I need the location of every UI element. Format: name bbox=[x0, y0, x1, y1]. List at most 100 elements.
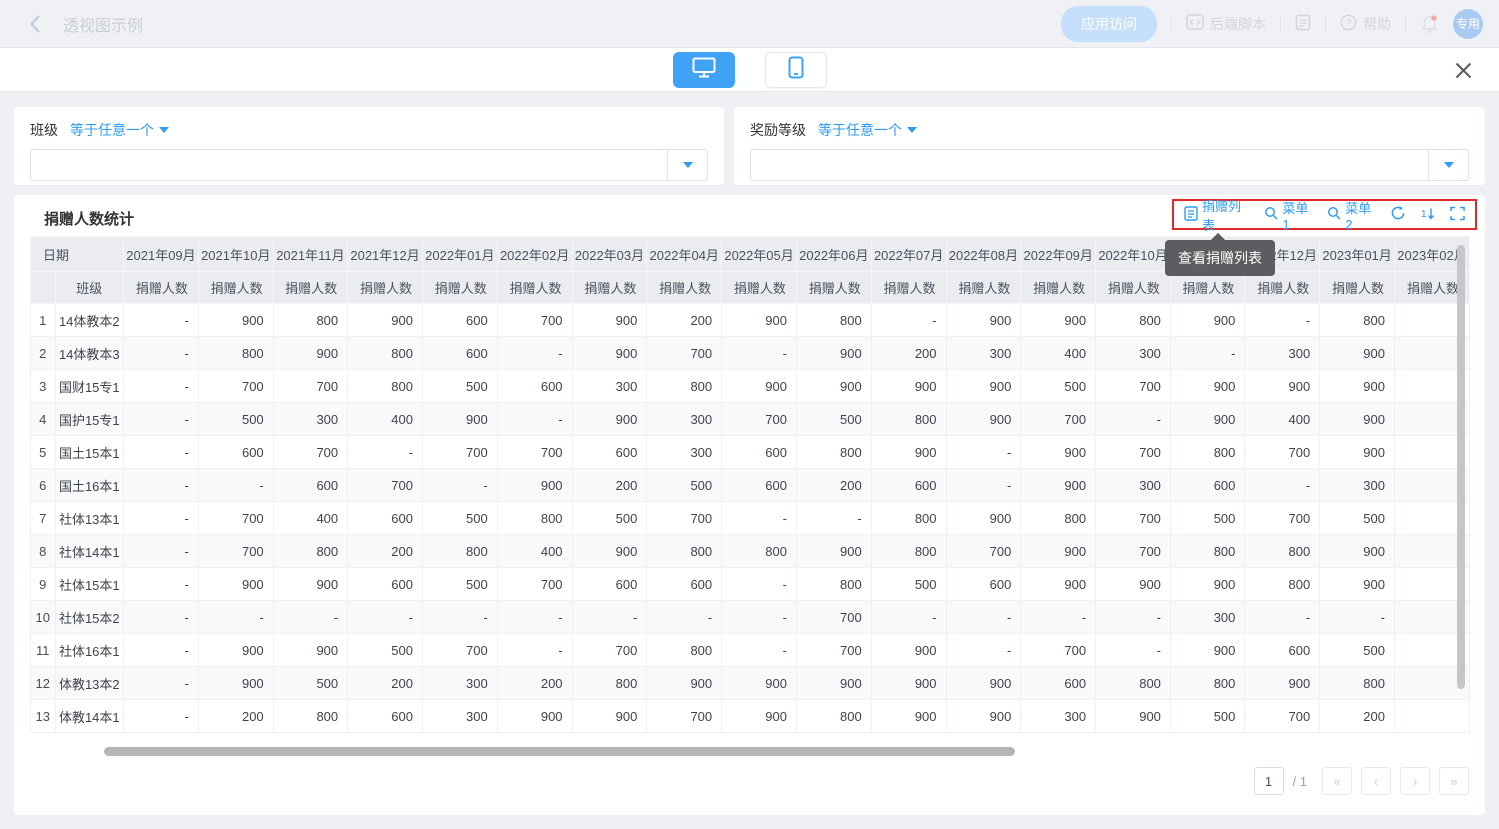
donation-table: 日期2021年09月2021年10月2021年11月2021年12月2022年0… bbox=[30, 236, 1470, 733]
script-button[interactable] bbox=[1295, 14, 1311, 34]
class-name-cell: 社体16本1 bbox=[55, 634, 124, 667]
value-cell: 600 bbox=[1245, 634, 1320, 667]
index-header bbox=[31, 272, 56, 304]
value-cell: 800 bbox=[1096, 304, 1171, 337]
page-input[interactable] bbox=[1254, 767, 1284, 795]
filter-operator-dropdown[interactable]: 等于任意一个 bbox=[818, 120, 917, 140]
value-cell: - bbox=[124, 700, 199, 733]
donation-list-label: 捐赠列表 bbox=[1202, 196, 1249, 234]
value-cell: 700 bbox=[1096, 502, 1171, 535]
class-name-cell: 14体教本3 bbox=[55, 337, 124, 370]
mobile-view-button[interactable] bbox=[765, 52, 827, 88]
horizontal-scrollbar[interactable] bbox=[104, 747, 1015, 756]
row-index-cell: 8 bbox=[31, 535, 56, 568]
value-cell: - bbox=[572, 601, 647, 634]
donation-list-button[interactable]: 捐赠列表 bbox=[1184, 196, 1249, 234]
value-cell: - bbox=[273, 601, 347, 634]
month-header: 2023年01月 bbox=[1320, 237, 1395, 272]
menu2-button[interactable]: 菜单2 bbox=[1327, 198, 1375, 232]
value-cell: 900 bbox=[1320, 568, 1395, 601]
notification-bell-icon[interactable] bbox=[1420, 14, 1439, 34]
class-filter-dropdown-button[interactable] bbox=[667, 150, 707, 180]
close-icon[interactable] bbox=[1454, 61, 1473, 80]
measure-header: 捐赠人数 bbox=[871, 272, 946, 304]
class-name-cell: 14体教本2 bbox=[55, 304, 124, 337]
value-cell: 700 bbox=[198, 370, 273, 403]
row-index-cell: 13 bbox=[31, 700, 56, 733]
pagination: / 1 « ‹ › » bbox=[1254, 767, 1469, 795]
value-cell: 700 bbox=[1245, 502, 1320, 535]
class-filter-input[interactable] bbox=[31, 150, 667, 180]
value-cell: 900 bbox=[796, 337, 871, 370]
chevron-down-icon bbox=[159, 127, 169, 133]
month-header: 2021年10月 bbox=[198, 237, 273, 272]
value-cell: - bbox=[198, 601, 273, 634]
value-cell: 800 bbox=[647, 535, 722, 568]
value-cell: - bbox=[124, 634, 199, 667]
value-cell: - bbox=[946, 469, 1021, 502]
filter-operator-dropdown[interactable]: 等于任意一个 bbox=[70, 120, 169, 140]
value-cell: 600 bbox=[1170, 469, 1244, 502]
class-name-cell: 社体15本1 bbox=[55, 568, 124, 601]
desktop-view-button[interactable] bbox=[673, 52, 735, 88]
value-cell: 900 bbox=[871, 370, 946, 403]
last-page-button[interactable]: » bbox=[1439, 767, 1469, 795]
value-cell: - bbox=[348, 436, 423, 469]
vertical-scrollbar[interactable] bbox=[1457, 245, 1465, 689]
row-index-cell: 5 bbox=[31, 436, 56, 469]
backend-script-button[interactable]: 后端脚本 bbox=[1186, 14, 1266, 34]
sort-button[interactable]: 1 bbox=[1421, 206, 1435, 224]
value-cell: 900 bbox=[1245, 370, 1320, 403]
value-cell: - bbox=[422, 601, 497, 634]
app-access-button[interactable]: 应用访问 bbox=[1061, 6, 1157, 42]
measure-header: 捐赠人数 bbox=[1245, 272, 1320, 304]
sort-icon: 1 bbox=[1421, 206, 1435, 224]
value-cell: - bbox=[124, 337, 199, 370]
fullscreen-button[interactable] bbox=[1450, 206, 1465, 224]
table-row: 4国护15专1-500300400900-9003007005008009007… bbox=[31, 403, 1470, 436]
value-cell: 300 bbox=[273, 403, 347, 436]
value-cell: - bbox=[348, 601, 423, 634]
value-cell: - bbox=[1170, 337, 1244, 370]
value-cell: 800 bbox=[1245, 568, 1320, 601]
table-row: 11社体16本1-900900500700-700800-700900-700-… bbox=[31, 634, 1470, 667]
value-cell: - bbox=[124, 502, 199, 535]
refresh-button[interactable] bbox=[1390, 205, 1406, 224]
user-badge[interactable]: 专用 bbox=[1453, 9, 1483, 39]
prev-page-button[interactable]: ‹ bbox=[1361, 767, 1391, 795]
value-cell: 700 bbox=[796, 601, 871, 634]
reward-filter-dropdown-button[interactable] bbox=[1428, 150, 1468, 180]
measure-header: 捐赠人数 bbox=[647, 272, 722, 304]
month-header: 2022年09月 bbox=[1021, 237, 1096, 272]
menu1-button[interactable]: 菜单1 bbox=[1264, 198, 1312, 232]
value-cell: 800 bbox=[348, 337, 423, 370]
help-button[interactable]: ? 帮助 bbox=[1340, 14, 1391, 34]
next-page-button[interactable]: › bbox=[1400, 767, 1430, 795]
measure-header: 捐赠人数 bbox=[1320, 272, 1395, 304]
value-cell: 800 bbox=[796, 568, 871, 601]
chevron-down-icon bbox=[907, 127, 917, 133]
measure-header: 捐赠人数 bbox=[422, 272, 497, 304]
value-cell: 500 bbox=[1170, 502, 1244, 535]
value-cell: 900 bbox=[722, 700, 797, 733]
value-cell: - bbox=[124, 667, 199, 700]
value-cell: 800 bbox=[796, 700, 871, 733]
table-row: 8社体14本1-70080020080040090080080090080070… bbox=[31, 535, 1470, 568]
value-cell: 700 bbox=[796, 634, 871, 667]
value-cell: - bbox=[722, 337, 797, 370]
back-icon[interactable] bbox=[28, 14, 41, 34]
value-cell: 400 bbox=[348, 403, 423, 436]
last-page-icon: » bbox=[1450, 774, 1457, 789]
value-cell: 500 bbox=[1320, 502, 1395, 535]
value-cell: 600 bbox=[348, 568, 423, 601]
search-icon bbox=[1327, 206, 1341, 223]
value-cell: - bbox=[124, 469, 199, 502]
value-cell: 700 bbox=[722, 403, 797, 436]
value-cell: 200 bbox=[871, 337, 946, 370]
value-cell: 700 bbox=[1021, 634, 1096, 667]
reward-filter-input[interactable] bbox=[751, 150, 1428, 180]
fullscreen-icon bbox=[1450, 206, 1465, 224]
first-page-button[interactable]: « bbox=[1322, 767, 1352, 795]
value-cell: 800 bbox=[1170, 436, 1244, 469]
value-cell: 500 bbox=[1320, 634, 1395, 667]
